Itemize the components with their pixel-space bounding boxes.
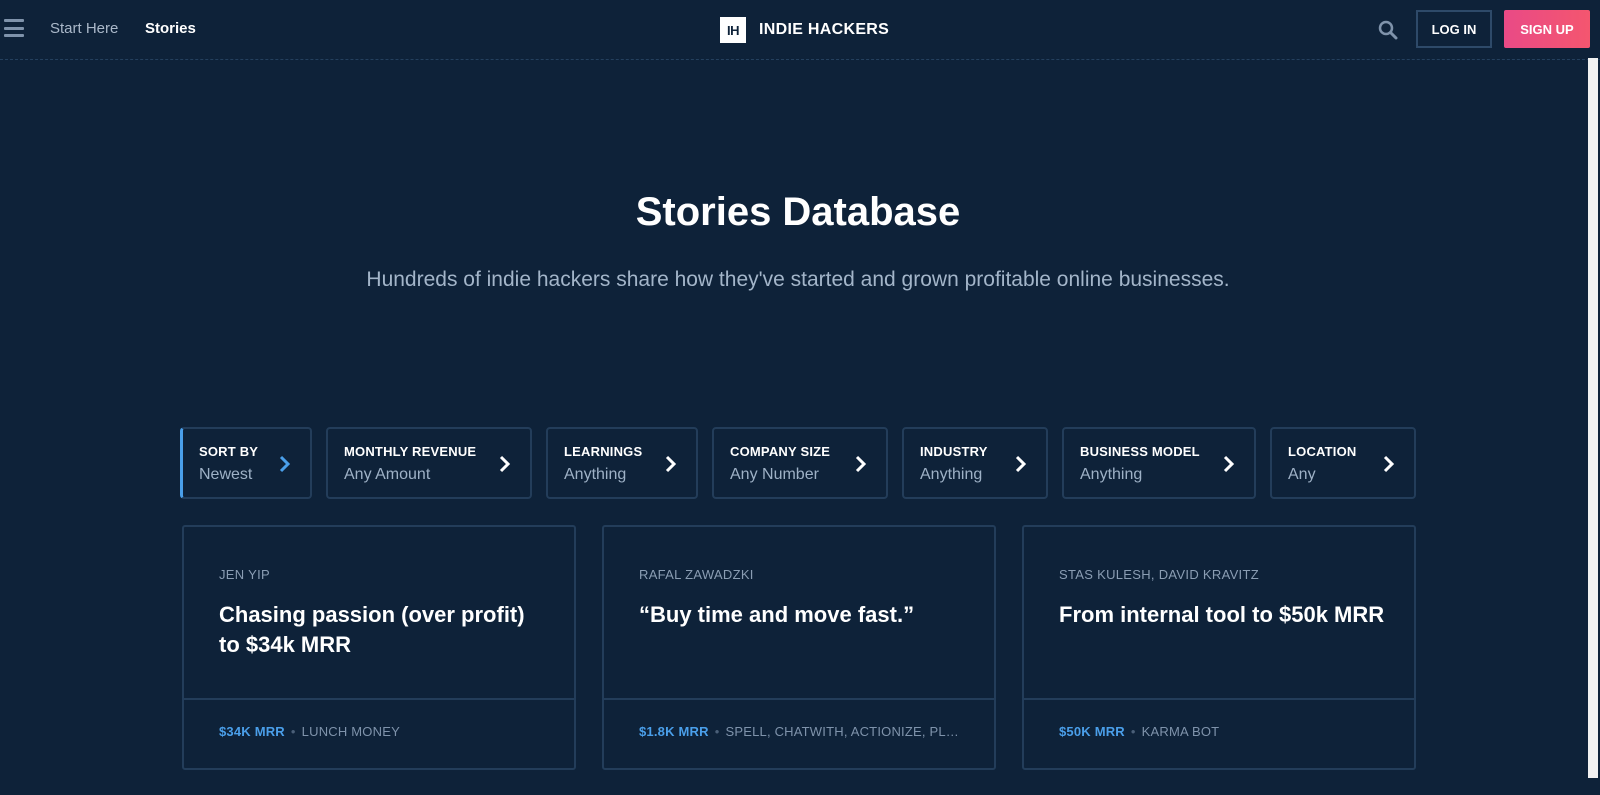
top-header: Start Here Stories IH INDIE HACKERS LOG … — [0, 0, 1600, 60]
filter-sort-by[interactable]: SORT BY Newest — [180, 427, 312, 499]
filter-value: Any Number — [730, 466, 819, 483]
signup-button[interactable]: SIGN UP — [1504, 10, 1590, 48]
filter-label: SORT BY — [199, 444, 259, 459]
story-meta: $50K MRR • KARMA BOT — [1059, 724, 1219, 739]
filter-value: Anything — [564, 466, 627, 483]
story-title[interactable]: Chasing passion (over profit) to $34k MR… — [219, 600, 549, 660]
nav-start-here[interactable]: Start Here — [50, 19, 118, 39]
story-card[interactable]: RAFAL ZAWADZKI “Buy time and move fast.”… — [602, 525, 996, 770]
filter-label: BUSINESS MODEL — [1080, 444, 1200, 459]
story-title[interactable]: “Buy time and move fast.” — [639, 600, 969, 630]
separator-dot: • — [714, 724, 720, 739]
story-mrr: $34K MRR — [219, 724, 285, 739]
story-company[interactable]: LUNCH MONEY — [302, 724, 400, 739]
story-card[interactable]: STAS KULESH, DAVID KRAVITZ From internal… — [1022, 525, 1416, 770]
filter-label: COMPANY SIZE — [730, 444, 831, 459]
story-company[interactable]: SPELL, CHATWITH, ACTIONIZE, PL… — [725, 724, 959, 739]
nav-stories[interactable]: Stories — [145, 19, 196, 39]
story-author: RAFAL ZAWADZKI — [639, 567, 754, 582]
page-title: Stories Database — [635, 190, 961, 234]
story-meta: $1.8K MRR • SPELL, CHATWITH, ACTIONIZE, PL… — [639, 724, 959, 739]
separator-dot: • — [1130, 724, 1136, 739]
story-footer: $50K MRR • KARMA BOT — [1024, 698, 1414, 768]
chevron-right-icon — [1223, 455, 1235, 473]
chevron-right-icon — [279, 455, 291, 473]
filter-label: MONTHLY REVENUE — [344, 444, 477, 459]
filter-value: Newest — [199, 466, 253, 483]
filter-company-size[interactable]: COMPANY SIZE Any Number — [712, 427, 888, 499]
scrollbar-thumb[interactable] — [1588, 58, 1598, 778]
search-icon[interactable] — [1378, 20, 1398, 40]
chevron-right-icon — [855, 455, 867, 473]
page-subtitle: Hundreds of indie hackers share how they… — [366, 268, 1230, 291]
filter-location[interactable]: LOCATION Any — [1270, 427, 1416, 499]
story-author: STAS KULESH, DAVID KRAVITZ — [1059, 567, 1259, 582]
filter-industry[interactable]: INDUSTRY Anything — [902, 427, 1048, 499]
story-footer: $1.8K MRR • SPELL, CHATWITH, ACTIONIZE, PL… — [604, 698, 994, 768]
logo-mark: IH — [720, 17, 746, 43]
filter-label: LOCATION — [1288, 444, 1357, 459]
filter-value: Any Amount — [344, 466, 431, 483]
story-footer: $34K MRR • LUNCH MONEY — [184, 698, 574, 768]
chevron-right-icon — [1383, 455, 1395, 473]
chevron-right-icon — [1015, 455, 1027, 473]
site-logo[interactable]: IH INDIE HACKERS — [720, 17, 889, 43]
story-meta: $34K MRR • LUNCH MONEY — [219, 724, 400, 739]
story-mrr: $50K MRR — [1059, 724, 1125, 739]
filter-value: Anything — [1080, 466, 1143, 483]
filter-label: LEARNINGS — [564, 444, 643, 459]
filter-label: INDUSTRY — [920, 444, 988, 459]
filter-monthly-revenue[interactable]: MONTHLY REVENUE Any Amount — [326, 427, 532, 499]
scrollbar[interactable] — [1586, 58, 1600, 795]
filter-value: Any — [1288, 466, 1316, 483]
story-title[interactable]: From internal tool to $50k MRR — [1059, 600, 1389, 630]
chevron-right-icon — [499, 455, 511, 473]
hamburger-icon[interactable] — [4, 19, 24, 37]
filter-business-model[interactable]: BUSINESS MODEL Anything — [1062, 427, 1256, 499]
story-company[interactable]: KARMA BOT — [1142, 724, 1220, 739]
separator-dot: • — [290, 724, 296, 739]
filter-value: Anything — [920, 466, 983, 483]
chevron-right-icon — [665, 455, 677, 473]
logo-text: INDIE HACKERS — [759, 21, 890, 38]
story-author: JEN YIP — [219, 567, 270, 582]
story-mrr: $1.8K MRR — [639, 724, 709, 739]
filter-learnings[interactable]: LEARNINGS Anything — [546, 427, 698, 499]
story-card[interactable]: JEN YIP Chasing passion (over profit) to… — [182, 525, 576, 770]
page: Start Here Stories IH INDIE HACKERS LOG … — [0, 0, 1600, 795]
login-button[interactable]: LOG IN — [1416, 10, 1492, 48]
